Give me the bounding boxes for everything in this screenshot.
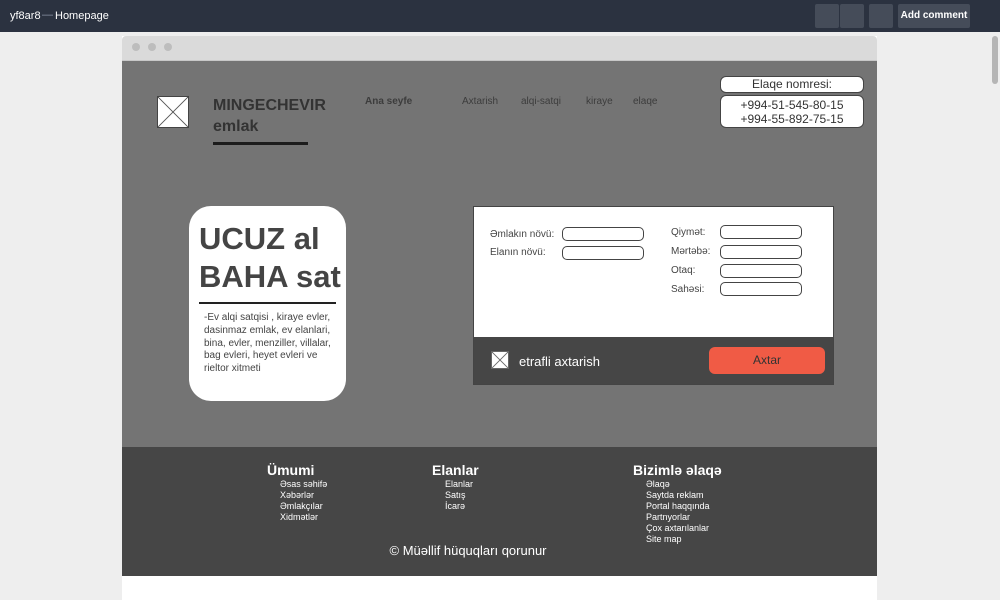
footer-links-contact: Əlaqə Saytda reklam Portal haqqında Part… xyxy=(646,479,710,545)
window-dot-1 xyxy=(132,43,140,51)
page-name[interactable]: Homepage xyxy=(55,10,109,22)
search-actions-bar: etrafli axtarish Axtar xyxy=(474,337,833,384)
footer-links-listings: Elanlar Satış İcarə xyxy=(445,479,473,512)
phone-number[interactable]: +994-51-545-80-15 xyxy=(721,98,863,112)
search-panel: Əmlakın növü: Elanın növü: Qiymət: Mərtə… xyxy=(473,206,834,385)
promo-description: -Ev alqi satqisi , kiraye evler, dasinma… xyxy=(204,312,331,375)
floor-label: Mərtəbə: xyxy=(671,246,711,257)
area-field[interactable] xyxy=(720,282,802,296)
nav-search[interactable]: Axtarish xyxy=(462,96,498,107)
brand-name: MINGECHEVIR xyxy=(213,97,326,114)
floor-field[interactable] xyxy=(720,245,802,259)
nav-rent[interactable]: kiraye xyxy=(586,96,613,107)
phone-number[interactable]: +994-55-892-75-15 xyxy=(721,112,863,126)
app-toolbar: yf8ar8 — Homepage Add comment xyxy=(0,0,1000,32)
window-dot-3 xyxy=(164,43,172,51)
property-type-label: Əmlakın növü: xyxy=(490,229,555,240)
footer-link[interactable]: Çox axtarılanlar xyxy=(646,523,710,534)
footer-link[interactable]: İcarə xyxy=(445,501,473,512)
vertical-scrollbar[interactable] xyxy=(992,36,998,84)
footer-link[interactable]: Saytda reklam xyxy=(646,490,710,501)
window-dot-2 xyxy=(148,43,156,51)
footer-heading: Ümumi xyxy=(267,462,315,478)
footer-links-general: Əsas səhifə Xəbərlər Əmlakçılar Xidmətlə… xyxy=(280,479,327,523)
contact-phones: +994-51-545-80-15 +994-55-892-75-15 xyxy=(720,95,864,128)
search-button[interactable]: Axtar xyxy=(709,347,825,374)
toolbar-button-3[interactable] xyxy=(869,4,893,28)
promo-divider xyxy=(199,302,336,304)
nav-buy-sell[interactable]: alqi-satqi xyxy=(521,96,561,107)
listing-type-field[interactable] xyxy=(562,246,644,260)
footer-link[interactable]: Əlaqə xyxy=(646,479,710,490)
promo-headline-1: UCUZ al xyxy=(199,221,320,256)
nav-home[interactable]: Ana seyfe xyxy=(365,96,412,107)
footer-link[interactable]: Xəbərlər xyxy=(280,490,327,501)
price-label: Qiymət: xyxy=(671,227,706,238)
footer-link[interactable]: Satış xyxy=(445,490,473,501)
advanced-search-link[interactable]: etrafli axtarish xyxy=(519,354,600,369)
page-canvas: MINGECHEVIR emlak Ana seyfe Axtarish alq… xyxy=(122,61,877,447)
toolbar-button-1[interactable] xyxy=(815,4,839,28)
logo-image-placeholder xyxy=(157,96,189,128)
advanced-search-image-placeholder xyxy=(491,351,509,369)
copyright-text: © Müəllif hüquqları qorunur xyxy=(389,543,547,558)
footer-link[interactable]: Portal haqqında xyxy=(646,501,710,512)
contact-label: Elaqe nomresi: xyxy=(720,76,864,93)
rooms-label: Otaq: xyxy=(671,265,696,276)
browser-frame: MINGECHEVIR emlak Ana seyfe Axtarish alq… xyxy=(122,36,877,600)
project-name[interactable]: yf8ar8 xyxy=(10,10,41,22)
promo-card: UCUZ al BAHA sat -Ev alqi satqisi , kira… xyxy=(189,206,346,401)
toolbar-button-2[interactable] xyxy=(840,4,864,28)
site-footer: Ümumi Əsas səhifə Xəbərlər Əmlakçılar Xi… xyxy=(122,447,877,576)
area-label: Sahəsi: xyxy=(671,284,705,295)
footer-link[interactable]: Partnyorlar xyxy=(646,512,710,523)
add-comment-button[interactable]: Add comment xyxy=(898,4,970,28)
browser-title-bar xyxy=(122,36,877,61)
rooms-field[interactable] xyxy=(720,264,802,278)
property-type-field[interactable] xyxy=(562,227,644,241)
breadcrumb-separator: — xyxy=(42,9,53,21)
footer-link[interactable]: Əmlakçılar xyxy=(280,501,327,512)
footer-link[interactable]: Əsas səhifə xyxy=(280,479,327,490)
promo-headline-2: BAHA sat xyxy=(199,259,341,294)
price-field[interactable] xyxy=(720,225,802,239)
footer-link[interactable]: Elanlar xyxy=(445,479,473,490)
brand-subtitle: emlak xyxy=(213,118,259,135)
brand-underline xyxy=(213,142,308,145)
footer-heading: Bizimlə əlaqə xyxy=(633,462,722,478)
listing-type-label: Elanın növü: xyxy=(490,247,546,258)
footer-link[interactable]: Xidmətlər xyxy=(280,512,327,523)
footer-heading: Elanlar xyxy=(432,462,479,478)
nav-contact[interactable]: elaqe xyxy=(633,96,657,107)
